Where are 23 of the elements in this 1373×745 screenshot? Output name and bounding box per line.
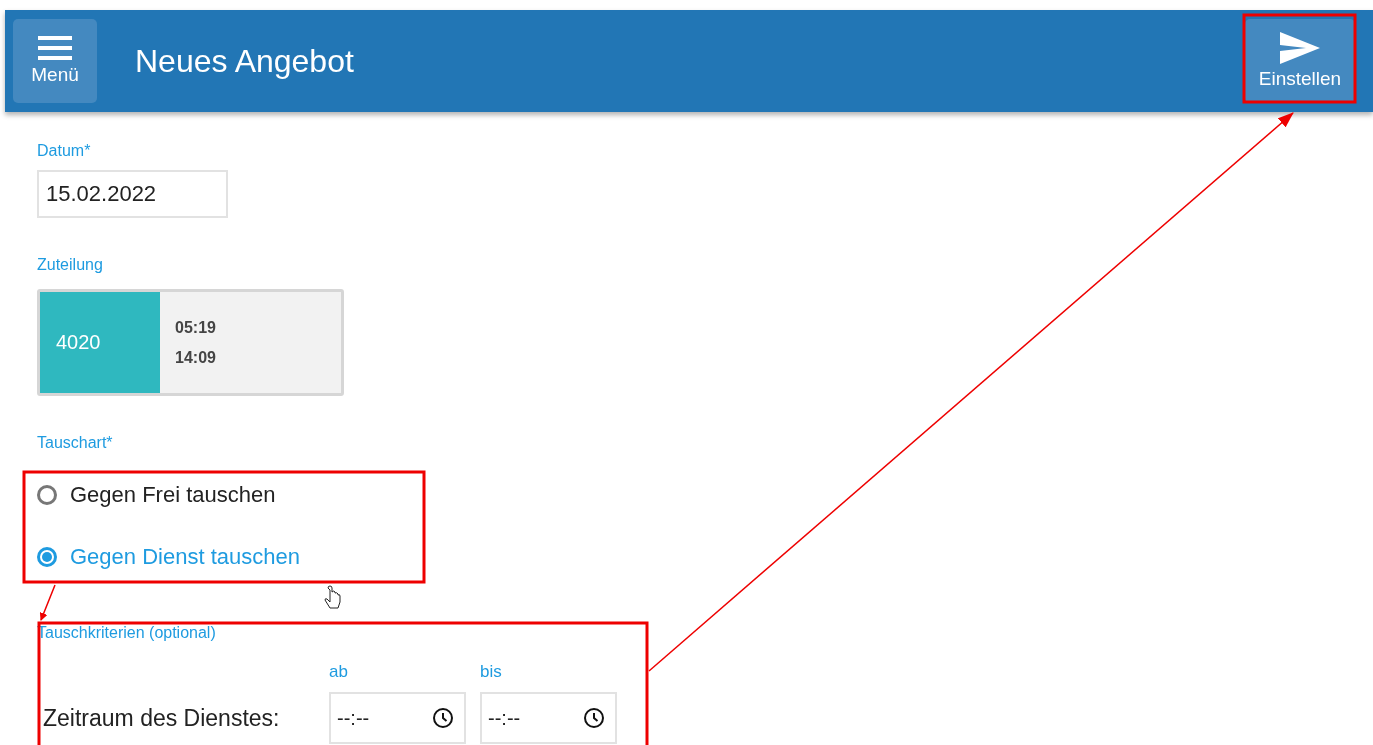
field-label: bis xyxy=(480,662,503,682)
field-label: Zuteilung xyxy=(37,256,103,274)
start-time: 05:19 xyxy=(175,318,216,337)
field-label: Tauschart* xyxy=(37,434,113,452)
clock-icon xyxy=(583,707,605,729)
field-label: Datum* xyxy=(37,142,91,160)
field-label: ab xyxy=(329,662,349,682)
shift-card[interactable]: 4020 05:19 14:09 xyxy=(37,289,344,396)
end-time: 14:09 xyxy=(175,348,216,367)
hand-cursor-icon xyxy=(324,585,341,609)
period-label: Zeitraum des Dienstes: xyxy=(42,704,281,732)
clock-icon xyxy=(432,707,454,729)
radio-option[interactable]: Gegen Frei tauschen xyxy=(37,482,1373,508)
submit-button[interactable]: Einstellen xyxy=(1245,19,1355,103)
shift-code: 4020 xyxy=(40,292,160,393)
time-field[interactable]: --:-- xyxy=(480,692,617,744)
time-field[interactable]: --:-- xyxy=(329,692,466,744)
menu-button[interactable]: Menü xyxy=(13,19,97,103)
annotation-arrow xyxy=(39,584,56,621)
menu-icon xyxy=(38,36,72,60)
send-icon xyxy=(1280,32,1320,64)
date-field[interactable]: 15.02.2022 xyxy=(37,170,228,218)
page-title: Neues Angebot xyxy=(135,42,354,80)
